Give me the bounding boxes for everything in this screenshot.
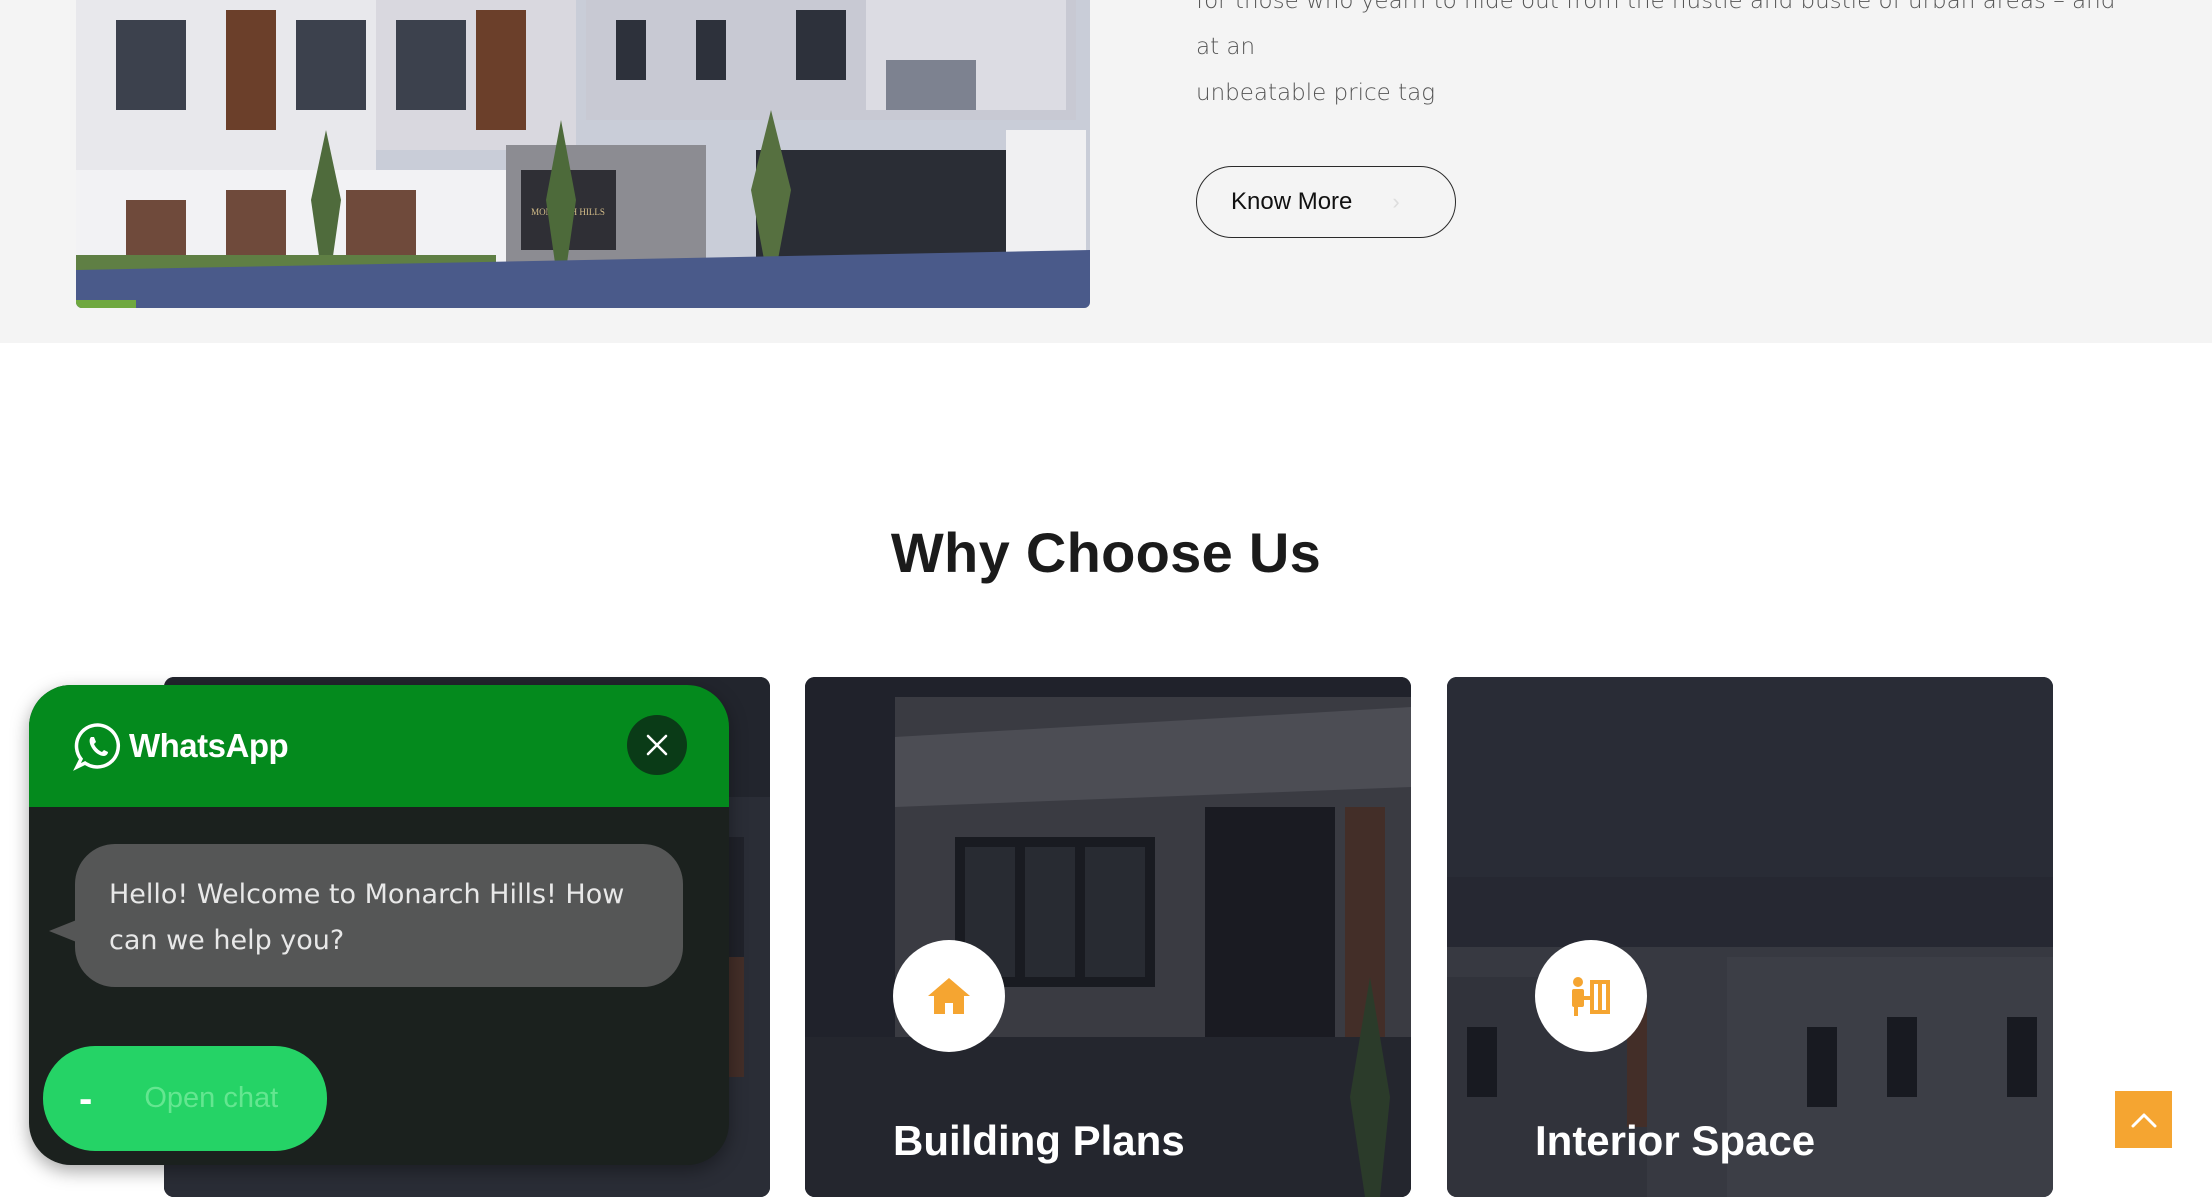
close-chat-button[interactable]: [627, 715, 687, 775]
intro-line-2: unbeatable price tag: [1196, 80, 1436, 106]
whatsapp-title: WhatsApp: [129, 727, 289, 764]
open-chat-button[interactable]: - Open chat: [43, 1046, 327, 1151]
back-to-top-button[interactable]: [2115, 1091, 2172, 1148]
hero-image: MONARCH HILLS: [76, 0, 1090, 308]
whatsapp-icon: [73, 723, 121, 771]
icon-badge: [1535, 940, 1647, 1052]
card-title: Interior Space: [1535, 1117, 1816, 1164]
chevron-up-icon: [2131, 1113, 2156, 1127]
interior-icon: [1572, 977, 1610, 1016]
whatsapp-brand: WhatsApp: [73, 721, 289, 771]
chevron-right-icon: ›: [1392, 189, 1400, 214]
section-title: Why Choose Us: [890, 521, 1322, 584]
close-icon: [646, 734, 668, 756]
feature-card-interior-space[interactable]: Interior Space: [1447, 677, 2053, 1197]
icon-badge: [893, 940, 1005, 1052]
know-more-label: Know More: [1231, 188, 1353, 215]
card-title: Building Plans: [893, 1117, 1185, 1164]
whatsapp-chat-widget: WhatsApp Hello! Welcome to Monarch Hills…: [29, 685, 729, 1165]
chat-message-bubble: Hello! Welcome to Monarch Hills! How can…: [75, 844, 683, 987]
intro-line-1: for those who yearn to hide out from the…: [1196, 0, 2116, 60]
open-chat-label: Open chat: [144, 1082, 279, 1114]
minus-icon: -: [79, 1076, 93, 1121]
know-more-button[interactable]: Know More ›: [1196, 166, 1456, 238]
intro-text: for those who yearn to hide out from the…: [1196, 0, 2136, 116]
home-icon: [928, 978, 970, 1014]
whatsapp-header: WhatsApp: [29, 685, 729, 807]
feature-card-building-plans[interactable]: Building Plans: [805, 677, 1411, 1197]
